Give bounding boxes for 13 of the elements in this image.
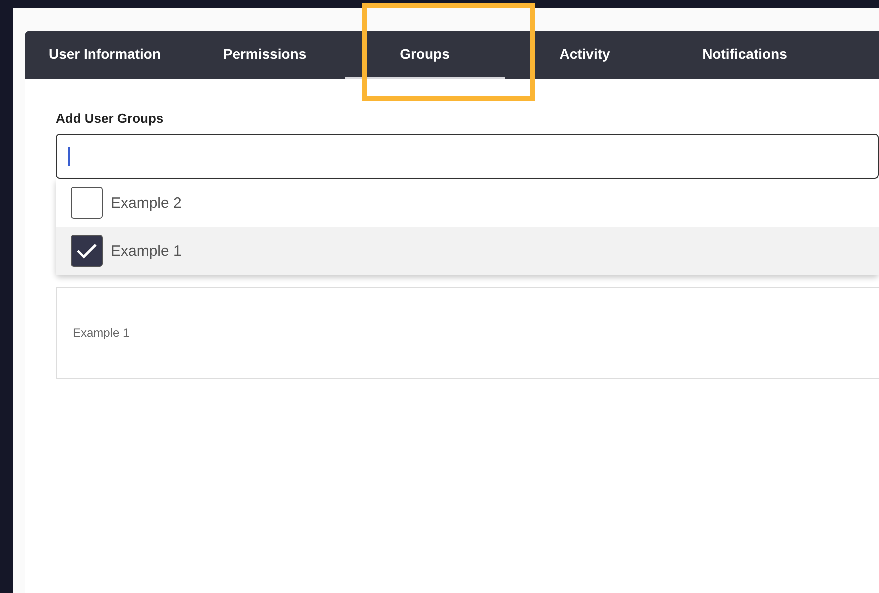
tab[interactable]: Permissions [185, 31, 345, 79]
tab[interactable]: Notifications [665, 31, 825, 79]
option-label[interactable]: Example 2 [111, 194, 182, 212]
group-name: Example 1 [73, 326, 130, 340]
option-label[interactable]: Example 1 [111, 242, 182, 260]
tab[interactable]: Activity [505, 31, 665, 79]
text-cursor-icon [68, 147, 70, 166]
tab[interactable]: User Information [25, 31, 185, 79]
input-field[interactable] [56, 134, 879, 179]
checkbox[interactable] [71, 187, 103, 219]
checkmark-icon [76, 242, 98, 260]
checkbox[interactable] [71, 235, 103, 267]
field-label: Add User Groups [56, 111, 165, 126]
